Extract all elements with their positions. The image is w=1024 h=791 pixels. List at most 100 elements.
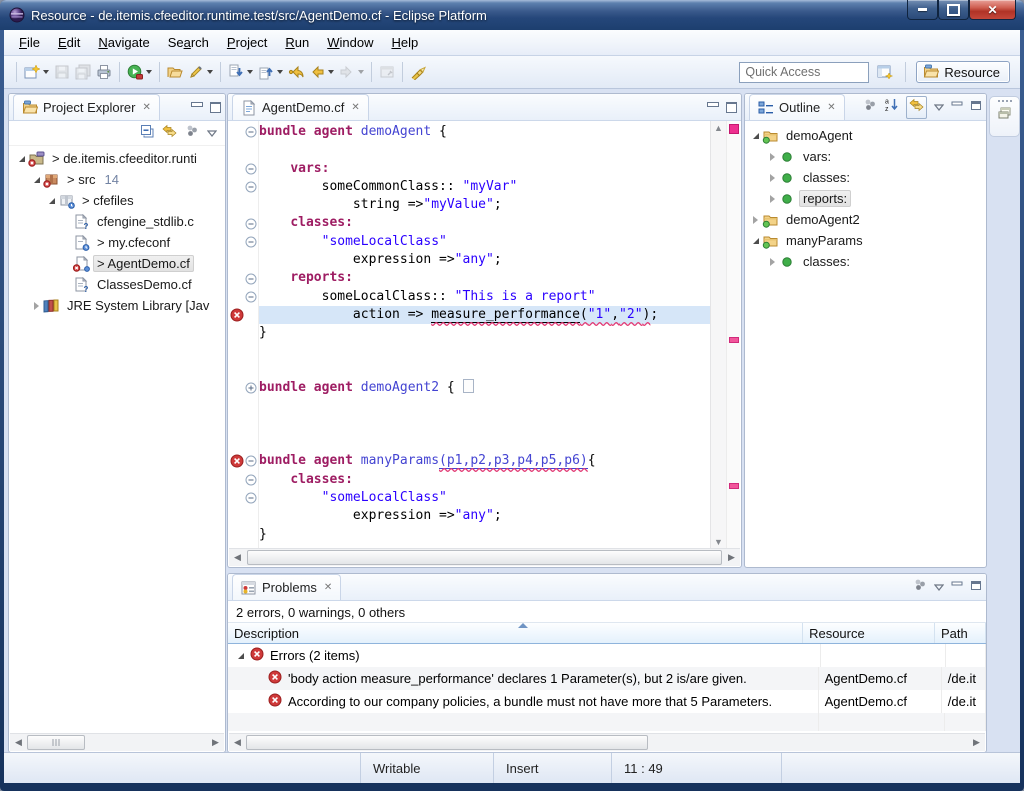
error-marker-icon[interactable] [230,308,244,322]
focus-button[interactable] [913,578,927,596]
code-line-23[interactable]: } [259,526,710,544]
code-line-4[interactable]: someCommonClass:: "myVar" [259,178,710,196]
chevron-down-icon[interactable] [207,70,213,74]
collapse-all-button[interactable] [140,124,154,143]
error-marker-icon[interactable] [230,454,244,468]
menu-navigate[interactable]: Navigate [89,32,158,53]
scrollbar-thumb[interactable] [27,735,85,750]
tree-item-classesdemo-cf[interactable]: ?ClassesDemo.cf [9,274,225,295]
quick-access-input[interactable] [739,62,869,83]
code-line-6[interactable]: classes: [259,214,710,232]
scroll-left-icon[interactable]: ◀ [229,550,246,565]
tree-item-classes[interactable]: classes: [745,167,986,188]
scroll-up-icon[interactable]: ▲ [711,123,726,133]
close-icon[interactable]: ✕ [827,102,835,113]
error-overview-icon[interactable] [729,124,739,134]
horizontal-scrollbar[interactable]: ◀ ▶ [229,733,985,751]
tab-agentdemo-editor[interactable]: AgentDemo.cf ✕ [232,94,369,120]
close-icon[interactable]: ✕ [142,102,150,113]
maximize-button[interactable] [938,0,969,20]
tree-item-vars[interactable]: vars: [745,146,986,167]
overview-ruler[interactable] [726,121,740,549]
horizontal-scrollbar[interactable]: ◀ ▶ [10,733,224,751]
menu-edit[interactable]: Edit [49,32,89,53]
tree-item-agentdemo-cf[interactable]: > AgentDemo.cf [9,253,225,274]
tab-problems[interactable]: Problems ✕ [232,574,341,600]
close-icon[interactable]: ✕ [324,582,332,593]
tree-item-classes[interactable]: classes: [745,251,986,272]
code-line-20[interactable]: classes: [259,471,710,489]
menu-file[interactable]: File [10,32,49,53]
maximize-button[interactable] [970,578,982,596]
expand-arrow-icon[interactable] [766,258,779,266]
drag-handle-icon[interactable] [990,100,1019,102]
collapse-arrow-icon[interactable] [749,133,762,139]
title-bar[interactable]: Resource - de.itemis.cfeeditor.runtime.t… [0,0,1024,30]
last-edit-location-button[interactable] [286,61,306,83]
problems-group-errors[interactable]: Errors (2 items) [228,644,986,667]
code-line-9[interactable]: reports: [259,269,710,287]
folding-ruler[interactable] [244,121,259,549]
tree-item-my-cfeconf[interactable]: > my.cfeconf [9,232,225,253]
forward-button[interactable] [337,61,366,83]
code-line-2[interactable] [259,141,710,159]
tree-item-cfefiles[interactable]: > cfefiles [9,190,225,211]
code-line-13[interactable] [259,343,710,361]
chevron-down-icon[interactable] [247,70,253,74]
chevron-down-icon[interactable] [328,70,334,74]
fold-collapse-icon[interactable] [244,214,258,232]
expand-arrow-icon[interactable] [766,153,779,161]
scroll-down-icon[interactable]: ▼ [711,537,726,547]
code-line-3[interactable]: vars: [259,160,710,178]
minimized-view-bar[interactable] [989,96,1020,137]
column-header-path[interactable]: Path [935,623,986,643]
tree-item-cfengine-stdlib-c[interactable]: ?cfengine_stdlib.c [9,211,225,232]
tree-item-de-itemis-cfeeditor-runti[interactable]: > de.itemis.cfeeditor.runti [9,148,225,169]
tree-item-manyparams[interactable]: manyParams [745,230,986,251]
minimize-button[interactable] [907,0,938,20]
code-line-17[interactable] [259,416,710,434]
scroll-left-icon[interactable]: ◀ [10,735,27,750]
fold-collapse-icon[interactable] [244,288,258,306]
view-menu-button[interactable] [207,124,217,142]
menu-help[interactable]: Help [382,32,427,53]
collapse-arrow-icon[interactable] [15,156,28,162]
pencil-button[interactable] [186,61,215,83]
tree-item-jre-system-library-jav[interactable]: JRE System Library [Jav [9,295,225,316]
save-all-button[interactable] [73,61,93,83]
view-menu-button[interactable] [934,578,944,596]
expand-arrow-icon[interactable] [30,302,43,310]
fold-collapse-icon[interactable] [244,123,258,141]
code-line-14[interactable] [259,361,710,379]
fold-collapse-icon[interactable] [244,233,258,251]
print-button[interactable] [94,61,114,83]
expand-arrow-icon[interactable] [766,174,779,182]
collapse-arrow-icon[interactable] [30,177,43,183]
open-folder-button[interactable] [165,61,185,83]
view-menu-button[interactable] [934,98,944,116]
error-overview-mark[interactable] [729,483,739,489]
fold-collapse-icon[interactable] [244,471,258,489]
scroll-right-icon[interactable]: ▶ [968,735,985,750]
chevron-down-icon[interactable] [358,70,364,74]
fold-collapse-icon[interactable] [244,178,258,196]
code-area[interactable]: bundle agent demoAgent { vars: someCommo… [259,121,710,549]
pin-editor-button[interactable] [377,61,397,83]
expand-arrow-icon[interactable] [766,195,779,203]
open-perspective-button[interactable] [875,61,895,83]
menu-project[interactable]: Project [218,32,276,53]
chevron-down-icon[interactable] [277,70,283,74]
minimize-view-icon[interactable] [191,102,203,107]
scroll-left-icon[interactable]: ◀ [229,735,246,750]
tree-item-src[interactable]: > src14 [9,169,225,190]
code-line-11[interactable]: action => measure_performance("1","2"); [259,306,710,324]
code-line-10[interactable]: someLocalClass:: "This is a report" [259,288,710,306]
chevron-down-icon[interactable] [43,70,49,74]
tab-outline[interactable]: Outline ✕ [749,94,845,120]
column-header-resource[interactable]: Resource [803,623,935,643]
horizontal-scrollbar[interactable]: ◀ ▶ [229,548,740,566]
code-line-18[interactable] [259,434,710,452]
menu-window[interactable]: Window [318,32,382,53]
sort-button[interactable]: az [884,97,899,117]
tree-item-demoagent[interactable]: demoAgent [745,125,986,146]
